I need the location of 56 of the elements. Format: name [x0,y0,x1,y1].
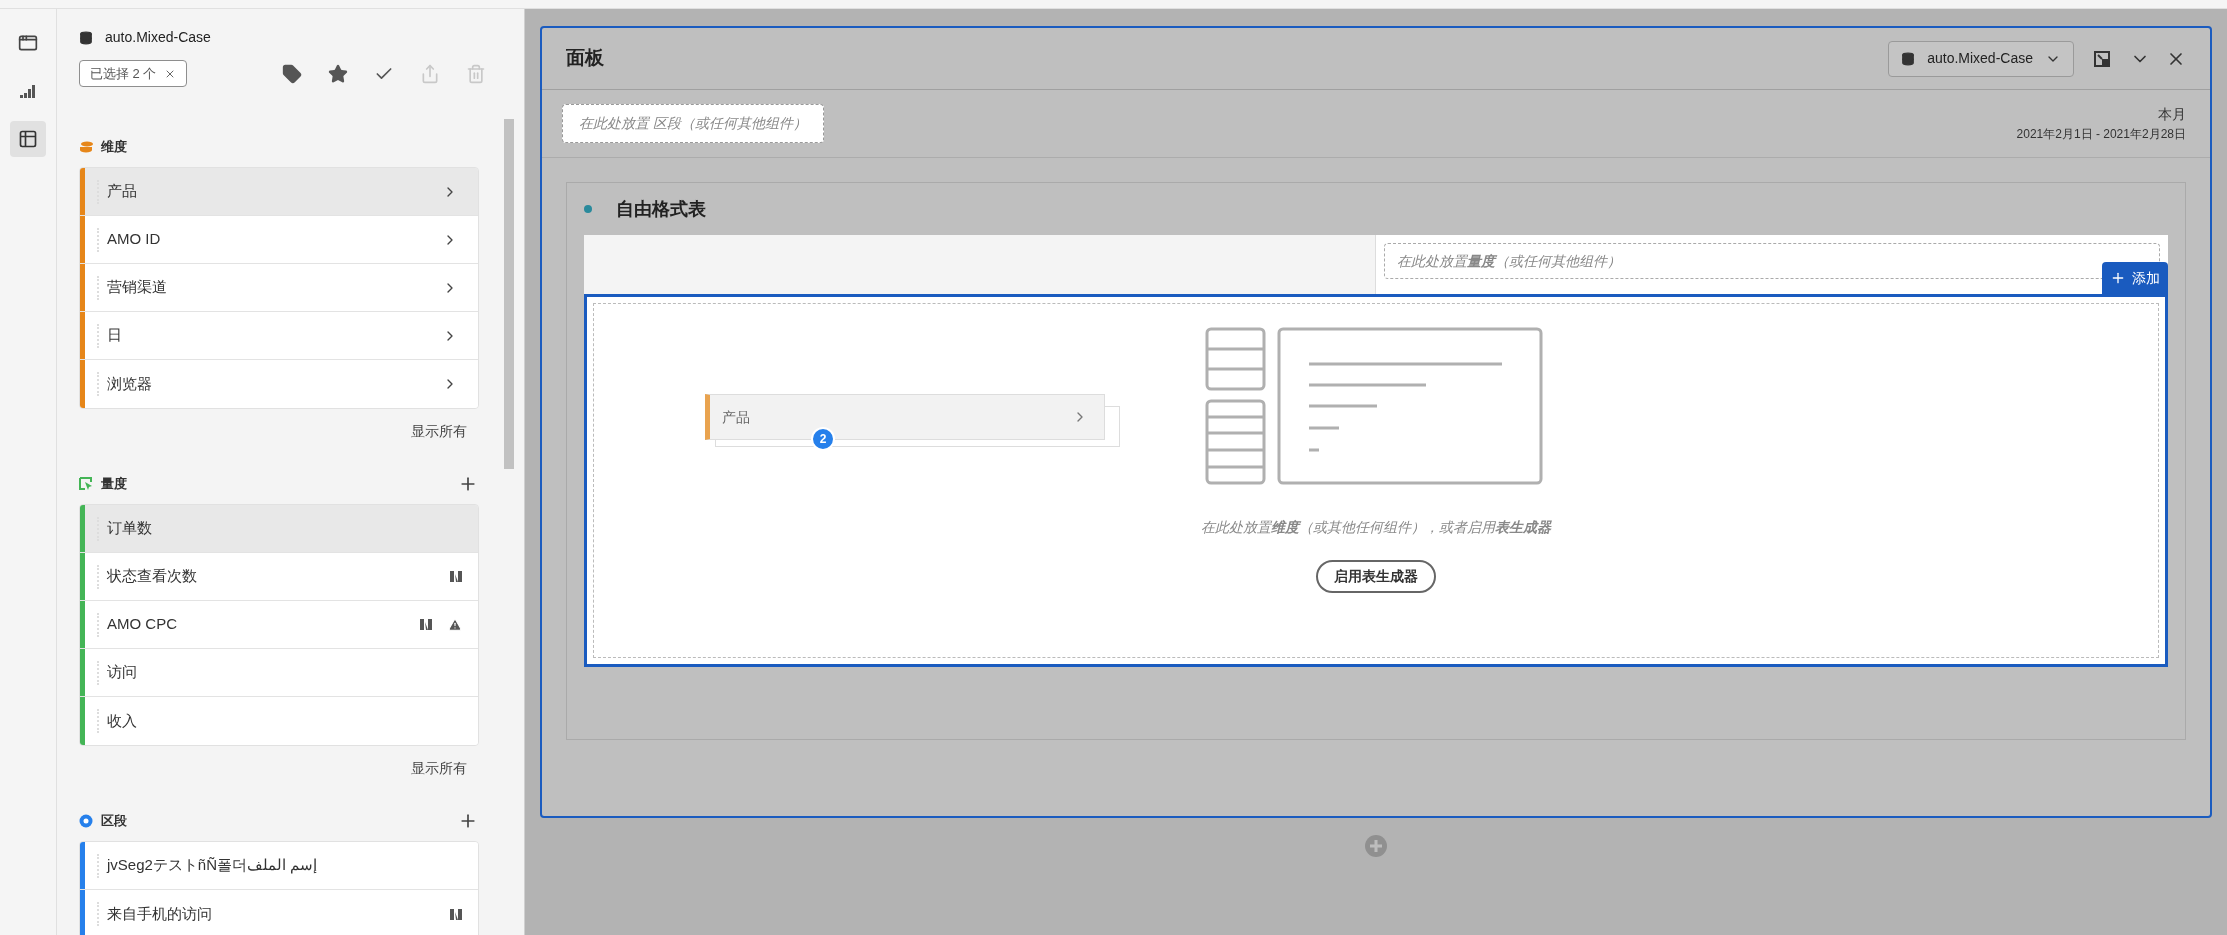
logo-icon [420,619,432,630]
component-item[interactable]: AMO CPC [80,601,478,649]
item-label: 日 [107,325,123,346]
chip-label: 已选择 2 个 [90,64,157,83]
segment-drop-zone[interactable]: 在此处放置 区段（或任何其他组件） [562,104,824,143]
report-suite-name: auto.Mixed-Case [105,28,211,47]
component-item[interactable]: 状态查看次数 [80,553,478,601]
component-item[interactable]: 浏览器 [80,360,478,408]
component-item[interactable]: 订单数 [80,505,478,553]
logo-icon [450,908,462,920]
table-builder-button[interactable]: 启用表生成器 [1316,560,1436,593]
date-label: 本月 [2158,105,2186,124]
table-icon [18,129,38,149]
table-title: 自由格式表 [616,197,706,221]
star-icon[interactable] [328,63,348,84]
component-item[interactable]: 日 [80,312,478,360]
item-label: 营销渠道 [107,277,168,298]
show-all-link[interactable]: 显示所有 [411,421,467,442]
popout-icon[interactable] [2094,50,2110,67]
item-label: 订单数 [107,518,153,539]
section-title: 量度 [101,475,127,494]
component-item[interactable]: AMO ID [80,216,478,264]
item-label: AMO CPC [107,614,178,635]
item-label: 浏览器 [107,373,153,394]
component-item[interactable]: 营销渠道 [80,264,478,312]
rail-button[interactable] [10,121,46,157]
scrollbar-thumb[interactable] [504,119,514,469]
plus-icon [2110,270,2126,286]
item-label: jvSeg2テストñÑ폴더إسم الملف [107,855,319,876]
warning-icon [448,617,462,632]
item-label: 访问 [107,662,138,683]
show-all-link[interactable]: 显示所有 [411,758,467,779]
component-item[interactable]: 收入 [80,697,478,745]
hint-text: 在此处放置维度（或其他任何组件），或者启用表生成器 [1201,518,1551,537]
panel-icon [18,33,38,53]
selection-chip[interactable]: 已选择 2 个 [79,60,188,87]
dimension-drop-zone[interactable]: 在此处放置维度（或其他任何组件），或者启用表生成器 启用表生成器 产品 2 [593,303,2159,658]
component-item[interactable]: 访问 [80,649,478,697]
date-range: 2021年2月1日 - 2021年2月28日 [2016,126,2186,143]
item-label: 收入 [107,710,138,731]
bar-chart-icon [19,83,37,99]
section-title: 区段 [101,812,127,831]
report-suite-dropdown[interactable]: auto.Mixed-Case [1888,40,2074,77]
item-label: 产品 [107,181,138,202]
item-label: AMO ID [107,229,162,250]
component-item[interactable]: jvSeg2テストñÑ폴더إسم الملف [80,842,478,890]
panel-title: 面板 [566,46,604,71]
logo-icon [450,571,462,582]
item-label: 状态查看次数 [107,566,198,587]
item-label: 来自手机的访问 [107,903,213,924]
tag-icon[interactable] [282,63,302,84]
count-badge: 2 [811,427,835,451]
add-button[interactable]: 添加 [2102,262,2168,294]
component-item[interactable]: 产品 [80,168,478,216]
section-title: 维度 [101,138,127,157]
component-item[interactable]: 来自手机的访问 [80,890,478,935]
